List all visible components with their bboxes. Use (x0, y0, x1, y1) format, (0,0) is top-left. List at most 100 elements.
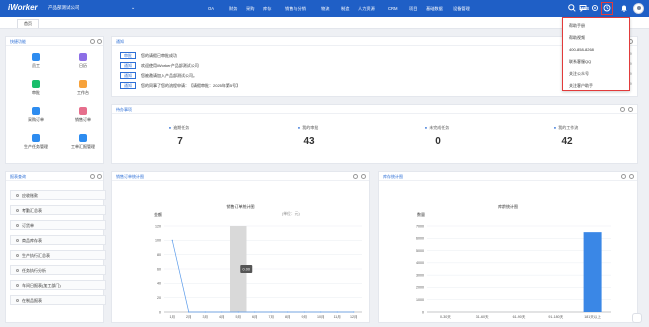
stock-chart-title: 库龄统计图 (498, 204, 518, 209)
todo-kpi[interactable]: ● 未完成任务 0 (378, 125, 498, 147)
y-tick-label: 120 (155, 224, 161, 228)
chat-icon[interactable] (578, 3, 588, 13)
todo-kpi-value: 42 (561, 136, 573, 147)
todo-kpi-value: 0 (435, 136, 441, 147)
app-logo[interactable]: iWorker (8, 3, 38, 12)
quick-entry-item[interactable]: 日历 (63, 53, 103, 74)
refresh-icon[interactable] (621, 174, 626, 179)
refresh-icon[interactable] (620, 107, 625, 112)
nav-item[interactable]: 库存 (263, 6, 271, 12)
todo-panel: 待办事项 ● 逾期任务 7 ● 我的审批 43 ● 未完成任务 0 ● 我的工作流 42 (111, 104, 638, 164)
avatar[interactable] (633, 3, 644, 14)
help-menu-item[interactable]: 帮助手册 (569, 23, 585, 29)
todo-kpi-label-wrap: ● 我的工作流 (507, 125, 627, 131)
stock-chart-panel: 库存统计图 库龄统计图 数量 0 1000 2000 3000 4000 5000 6000… (378, 171, 638, 323)
report-icon (79, 134, 87, 142)
nav-item[interactable]: 采购 (246, 6, 254, 12)
user-plus-icon (32, 53, 40, 61)
report-panel: 报表查询 应收账款 考勤汇总表 订货单 商品库存表 生产执行汇总表 任务执行分析 车间日报表… (5, 171, 106, 323)
settings-icon[interactable] (628, 107, 633, 112)
todo-kpi-label: 我的工作流 (558, 125, 579, 130)
x-tick-label: 11月 (334, 314, 341, 319)
quick-entry-item[interactable]: 工单汇报管理 (63, 134, 103, 155)
help-menu-item[interactable]: 关注公众号 (569, 71, 589, 77)
company-name[interactable]: 产品部测试公司 (48, 5, 80, 11)
sales-chart-panel-title: 销售订单统计图 (116, 174, 144, 179)
report-item-label: 应收账款 (22, 193, 38, 198)
refresh-icon[interactable] (90, 39, 95, 44)
nav-item[interactable]: 制造 (341, 6, 349, 12)
sales-data-point (353, 311, 355, 313)
x-tick-label: 10月 (317, 314, 325, 319)
settings-icon[interactable] (97, 39, 102, 44)
x-tick-label: 3月 (202, 314, 208, 319)
help-menu-item[interactable]: 400-858-8268 (569, 47, 594, 52)
gear-icon[interactable] (590, 3, 600, 13)
chevron-down-icon[interactable]: ⌄ (131, 5, 135, 11)
nav-item[interactable]: 财务 (229, 6, 237, 12)
approve-icon (32, 80, 40, 88)
notice-row[interactable]: 审批 您的请假已审批成功 (120, 52, 177, 59)
top-navbar: iWorker 产品部测试公司 ⌄ OA 财务 采购 库存 销售与分销 物流 制造 人力资源 C… (0, 0, 649, 17)
nav-item[interactable]: 基础数据 (426, 6, 443, 12)
nav-item[interactable]: 项目 (409, 6, 417, 12)
nav-item[interactable]: 物流 (321, 6, 329, 12)
nav-item[interactable]: OA (208, 6, 214, 11)
y-tick-label: 7000 (416, 224, 424, 228)
help-menu-item[interactable]: 联系客服QQ (569, 59, 591, 65)
report-item[interactable]: 生产执行汇总表 (10, 250, 106, 260)
y-tick-label: 20 (157, 296, 161, 300)
settings-icon[interactable] (97, 174, 102, 179)
nav-item[interactable]: 人力资源 (358, 6, 375, 12)
quick-entry-item[interactable]: 员工 (16, 53, 56, 74)
report-item[interactable]: 考勤汇总表 (10, 205, 106, 215)
settings-icon[interactable] (361, 174, 366, 179)
sales-data-point (204, 311, 206, 313)
todo-kpi[interactable]: ● 我的审批 43 (249, 125, 369, 147)
person-icon: ● (297, 125, 301, 130)
scroll-top-button[interactable] (632, 313, 642, 323)
quick-entry-item[interactable]: 生产任务管理 (16, 134, 56, 155)
report-item[interactable]: 任务执行分析 (10, 265, 106, 275)
todo-kpi-label: 逾期任务 (173, 125, 190, 130)
help-menu-item[interactable]: 关注客户助手 (569, 83, 593, 89)
quick-entry-item[interactable]: 工作台 (63, 80, 103, 101)
bell-icon[interactable] (619, 3, 629, 13)
report-item-label: 考勤汇总表 (22, 208, 42, 213)
quick-entry-title: 快捷功能 (10, 39, 26, 44)
settings-icon[interactable] (629, 174, 634, 179)
circle-icon (16, 284, 19, 287)
todo-kpi[interactable]: ● 逾期任务 7 (120, 125, 240, 147)
report-item[interactable]: 商品库存表 (10, 235, 106, 245)
report-item[interactable]: 车间日报表(加工部门) (10, 280, 106, 290)
search-icon[interactable] (567, 3, 577, 13)
report-item[interactable]: 应收账款 (10, 190, 106, 200)
notice-row[interactable]: 通知 欢迎使用iWorker产品部测试公司 (120, 62, 199, 69)
quick-entry-label: 采购订单 (28, 117, 44, 122)
sales-line-chart[interactable]: 0 20 40 60 80 100 120 1月 2月 3月 4月 5月 6月 7月 8月 9月 10月 11月 1… (112, 216, 371, 324)
sales-series-line (171, 240, 354, 313)
x-tick-label: 1月 (169, 314, 175, 319)
report-item[interactable]: 订货单 (10, 220, 106, 230)
notice-row[interactable]: 通知 您被邀请加入产品部测试公司。 (120, 72, 197, 79)
notice-tag: 通知 (120, 72, 136, 79)
x-tick-label: 61-90天 (513, 315, 526, 319)
quick-entry-item[interactable]: 销售订单 (63, 107, 103, 128)
help-menu-item[interactable]: 帮助视频 (569, 35, 585, 41)
nav-item[interactable]: CRM (388, 6, 398, 11)
task-icon (32, 134, 40, 142)
quick-entry-item[interactable]: 审批 (16, 80, 56, 101)
report-item[interactable]: 在制品报表 (10, 295, 106, 305)
nav-item[interactable]: 设备管理 (453, 6, 470, 12)
quick-entry-item[interactable]: 采购订单 (16, 107, 56, 128)
todo-kpi-label: 我的审批 (302, 125, 319, 130)
notice-row[interactable]: 通知 您的同事了您的流程申请：【请假审批：2025年第5号】 (120, 82, 240, 89)
stock-bar-chart[interactable]: 0 1000 2000 3000 4000 5000 6000 7000 0-30天 31-60天… (379, 216, 639, 324)
todo-kpi[interactable]: ● 我的工作流 42 (507, 125, 627, 147)
nav-item[interactable]: 销售与分销 (285, 6, 306, 12)
notice-text: 您的请假已审批成功 (141, 53, 177, 58)
refresh-icon[interactable] (353, 174, 358, 179)
refresh-icon[interactable] (90, 174, 95, 179)
tab-home[interactable]: 首页 (17, 19, 39, 28)
sales-data-point (270, 311, 272, 313)
